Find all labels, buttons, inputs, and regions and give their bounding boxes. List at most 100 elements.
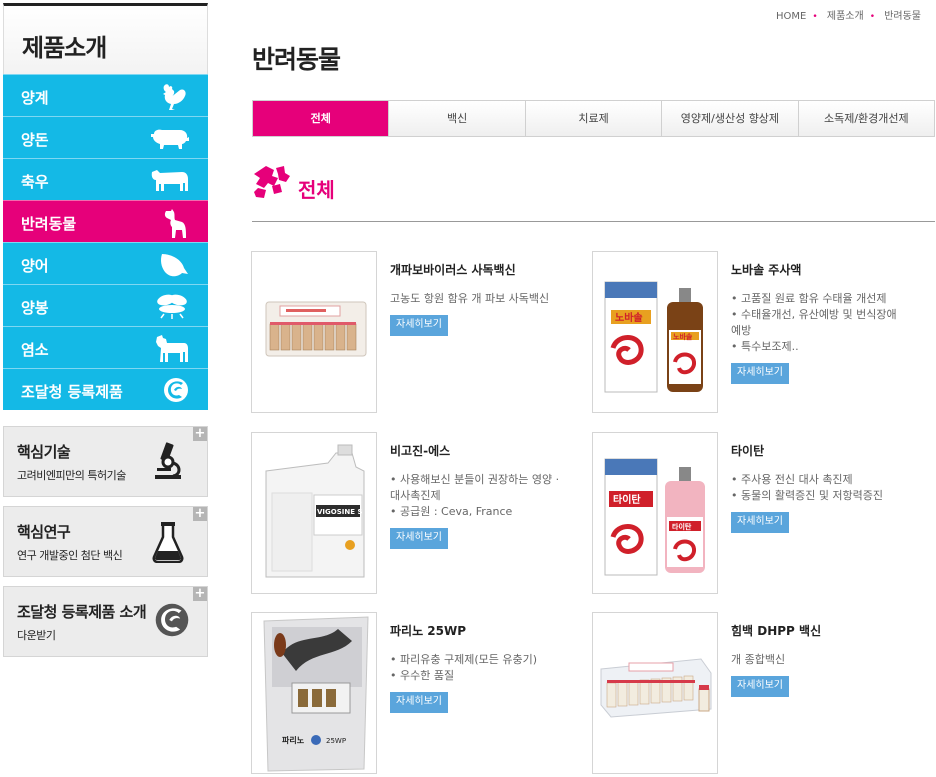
product-name[interactable]: 개파보바이러스 사독백신: [390, 261, 516, 278]
product-name[interactable]: 힘백 DHPP 백신: [731, 622, 821, 639]
vigosine-jerrycan-image: VIGOSINE S: [265, 444, 365, 578]
sidebar-item-label: 양봉: [21, 299, 49, 317]
sidebar-item-procurement[interactable]: 조달청 등록제품: [3, 368, 208, 410]
product-image[interactable]: 파리노 25WP: [251, 612, 377, 774]
bee-icon: [157, 294, 187, 319]
product-card: VIGOSINE S 비고진-에스 • 사용해보신 분들이 권장하는 영양 · …: [251, 432, 581, 594]
tab-vaccine[interactable]: 백신: [388, 101, 525, 136]
description-line: • 고품질 원료 함유 수태율 개선제: [731, 292, 887, 305]
product-image[interactable]: [251, 251, 377, 413]
fish-icon: [161, 254, 188, 277]
description-line: • 수태율개선, 유산예방 및 번식장애예방: [731, 308, 897, 337]
sidebar-item-label: 조달청 등록제품: [21, 383, 123, 401]
description-line: • 파리유충 구제제(모든 유충기): [390, 653, 538, 666]
product-name[interactable]: 타이탄: [731, 442, 764, 459]
description-line: • 동물의 활력증진 및 저항력증진: [731, 489, 884, 502]
vaccine-vial-tray-image: [265, 301, 367, 357]
dhpp-vaccine-tray-image: [600, 658, 712, 718]
cow-icon: [151, 170, 188, 191]
procurement-download-subtitle: 다운받기: [17, 629, 56, 642]
sidebar-item-swine[interactable]: 양돈: [3, 116, 208, 158]
section-divider: [252, 221, 935, 222]
product-description: 고농도 항원 함유 개 파보 사독백신 자세히보기: [390, 291, 562, 336]
vigosine-label-text: VIGOSINE S: [317, 508, 362, 516]
details-button[interactable]: 자세히보기: [731, 512, 789, 533]
plus-icon[interactable]: +: [193, 427, 207, 441]
description-line: • 사용해보신 분들이 권장하는 영양 · 대사촉진제: [390, 473, 560, 502]
puzzle-pieces-icon: [254, 166, 290, 198]
procurement-logo-icon: [164, 378, 188, 402]
description-line: • 우수한 품질: [390, 669, 455, 682]
procurement-logo-icon: [155, 603, 189, 637]
page-title: 반려동물: [252, 45, 341, 74]
details-button[interactable]: 자세히보기: [390, 528, 448, 549]
description-line: • 특수보조제..: [731, 340, 799, 353]
product-image[interactable]: VIGOSINE S: [251, 432, 377, 594]
breadcrumb-home[interactable]: HOME: [776, 11, 806, 22]
sidebar: 제품소개 양계 양돈 축우 반려동물 양어 양봉 염소 조달청 등록제품 핵심기…: [3, 3, 208, 657]
product-image[interactable]: 타이탄 타이탄: [592, 432, 718, 594]
product-card: 노바솔 노바솔 노바솔 주사액 • 고품질 원료 함유 수태율 개선제 • 수태…: [592, 251, 922, 413]
goat-icon: [156, 335, 188, 362]
product-description: • 주사용 전신 대사 촉진제 • 동물의 활력증진 및 저항력증진 자세히보기: [731, 472, 903, 533]
details-button[interactable]: 자세히보기: [390, 692, 448, 713]
parino-pouch-text: 파리노: [282, 735, 305, 745]
novasol-bottle-text: 노바솔: [673, 332, 693, 341]
sidebar-item-goat[interactable]: 염소: [3, 326, 208, 368]
sidebar-item-poultry[interactable]: 양계: [3, 74, 208, 116]
product-name[interactable]: 노바솔 주사액: [731, 261, 801, 278]
titan-box-text: 타이탄: [613, 493, 641, 506]
novasol-box-text: 노바솔: [615, 311, 643, 324]
product-description: 개 종합백신 자세히보기: [731, 652, 903, 697]
sidebar-item-fish[interactable]: 양어: [3, 242, 208, 284]
details-button[interactable]: 자세히보기: [731, 676, 789, 697]
sidebar-item-label: 염소: [21, 341, 49, 359]
breadcrumb-current: 반려동물: [884, 11, 921, 22]
product-name[interactable]: 파리노 25WP: [390, 622, 466, 639]
plus-icon[interactable]: +: [193, 587, 207, 601]
product-image[interactable]: [592, 612, 718, 774]
pig-icon: [151, 129, 189, 149]
breadcrumb: HOME • 제품소개 • 반려동물: [773, 7, 924, 22]
product-card: 개파보바이러스 사독백신 고농도 항원 함유 개 파보 사독백신 자세히보기: [251, 251, 581, 413]
tab-treatment[interactable]: 치료제: [524, 101, 662, 136]
product-description: • 파리유충 구제제(모든 유충기) • 우수한 품질 자세히보기: [390, 652, 562, 713]
product-name[interactable]: 비고진-에스: [390, 442, 450, 459]
rooster-icon: [163, 84, 186, 110]
product-image[interactable]: 노바솔 노바솔: [592, 251, 718, 413]
product-card: 타이탄 타이탄 타이탄 • 주사용 전신 대사 촉진제 • 동물의 활력증진 및…: [592, 432, 922, 594]
category-tabs: 전체 백신 치료제 영양제/생산성 향상제 소독제/환경개선제: [252, 100, 935, 137]
core-research-title: 핵심연구: [17, 523, 71, 541]
microscope-icon: [155, 442, 181, 479]
core-technology-box[interactable]: 핵심기술 고려비엔피만의 특허기술 +: [3, 426, 208, 497]
description-line: • 주사용 전신 대사 촉진제: [731, 473, 853, 486]
tab-all[interactable]: 전체: [253, 101, 389, 136]
product-description: • 고품질 원료 함유 수태율 개선제 • 수태율개선, 유산예방 및 번식장애…: [731, 291, 903, 384]
core-technology-title: 핵심기술: [17, 443, 71, 461]
parino-pouch-image: 파리노 25WP: [263, 616, 369, 772]
section-title: 전체: [298, 178, 335, 202]
details-button[interactable]: 자세히보기: [731, 363, 789, 384]
description-line: 고농도 항원 함유 개 파보 사독백신: [390, 292, 550, 305]
breadcrumb-products[interactable]: 제품소개: [827, 11, 864, 22]
plus-icon[interactable]: +: [193, 507, 207, 521]
sidebar-menu: 양계 양돈 축우 반려동물 양어 양봉 염소 조달청 등록제품: [3, 74, 208, 410]
sidebar-title: 제품소개: [3, 3, 208, 74]
sidebar-item-label: 축우: [21, 173, 49, 191]
sidebar-item-label: 양어: [21, 257, 49, 275]
sidebar-item-label: 양돈: [21, 131, 49, 149]
details-button[interactable]: 자세히보기: [390, 315, 448, 336]
tab-disinfectant[interactable]: 소독제/환경개선제: [797, 101, 935, 136]
parino-code-text: 25WP: [326, 737, 346, 745]
product-description: • 사용해보신 분들이 권장하는 영양 · 대사촉진제 • 공급원 : Ceva…: [390, 472, 562, 549]
dog-icon: [164, 209, 186, 238]
sidebar-item-bee[interactable]: 양봉: [3, 284, 208, 326]
sidebar-item-cattle[interactable]: 축우: [3, 158, 208, 200]
core-research-subtitle: 연구 개발중인 첨단 백신: [17, 549, 123, 562]
tab-nutrition[interactable]: 영양제/생산성 향상제: [661, 101, 798, 136]
sidebar-item-companion[interactable]: 반려동물: [3, 200, 208, 242]
sidebar-item-label: 양계: [21, 89, 49, 107]
procurement-download-box[interactable]: 조달청 등록제품 소개 다운받기 +: [3, 586, 208, 657]
procurement-download-title: 조달청 등록제품 소개: [17, 603, 147, 621]
core-research-box[interactable]: 핵심연구 연구 개발중인 첨단 백신 +: [3, 506, 208, 577]
